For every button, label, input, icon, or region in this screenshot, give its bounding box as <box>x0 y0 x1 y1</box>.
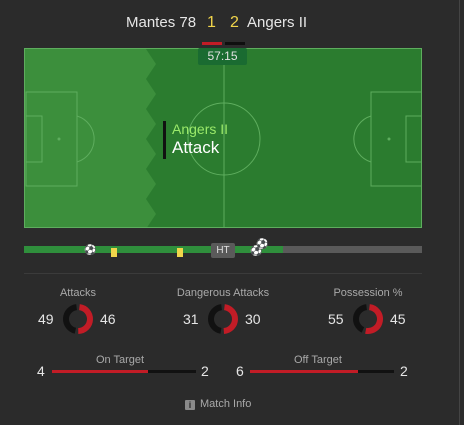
dangerous-attacks-home-value: 31 <box>183 311 199 327</box>
yellow-card-icon <box>177 248 183 257</box>
away-score: 2 <box>230 14 239 31</box>
dangerous-attacks-ratio-donut <box>208 304 238 334</box>
off-target-home-share <box>250 370 358 373</box>
off-target-bar <box>250 370 394 373</box>
away-share-arc <box>208 304 223 334</box>
match-info-link[interactable]: i Match Info <box>185 398 251 410</box>
yellow-card-icon <box>111 248 117 257</box>
away-share-arc <box>353 304 368 333</box>
goal-ball-icon: ⚽ <box>256 239 269 250</box>
away-kit-color <box>225 42 245 45</box>
event-type: Attack <box>172 138 220 157</box>
attacks-home-value: 49 <box>38 311 54 327</box>
possession-ratio-donut <box>353 304 383 334</box>
home-score: 1 <box>207 14 216 31</box>
attacks-away-value: 46 <box>100 311 116 327</box>
timeline-progress <box>24 246 283 253</box>
home-team-name: Mantes 78 <box>126 14 197 31</box>
away-share-arc <box>63 304 78 334</box>
home-share-arc <box>77 304 93 334</box>
possession-away-value: 45 <box>390 311 406 327</box>
off-target-label: Off Target <box>294 354 342 366</box>
on-target-label: On Target <box>96 354 145 366</box>
on-target-bar <box>52 370 196 373</box>
attacks-label: Attacks <box>59 287 97 299</box>
match-info-label: Match Info <box>200 398 252 410</box>
dangerous-attacks-away-value: 30 <box>245 311 261 327</box>
panel-divider <box>459 0 460 425</box>
event-team: Angers II <box>172 121 229 137</box>
possession-label: Possession % <box>333 287 403 299</box>
away-team-name: Angers II <box>247 14 308 31</box>
half-time-marker: HT <box>211 243 235 258</box>
dangerous-attacks-label: Dangerous Attacks <box>176 287 270 299</box>
section-divider <box>24 273 422 274</box>
off-target-home-value: 6 <box>236 363 244 379</box>
on-target-home-value: 4 <box>37 363 45 379</box>
goal-ball-icon: ⚽ <box>84 245 97 256</box>
scoreline: Mantes 78 1 2 Angers II <box>0 14 464 36</box>
info-icon: i <box>185 400 195 410</box>
off-target-away-value: 2 <box>400 363 408 379</box>
on-target-away-value: 2 <box>201 363 209 379</box>
on-target-home-share <box>52 370 148 373</box>
match-clock: 57:15 <box>198 48 247 65</box>
home-share-arc <box>223 304 238 334</box>
possession-home-value: 55 <box>328 311 344 327</box>
home-kit-color <box>202 42 222 45</box>
home-share-arc <box>365 304 383 334</box>
attacks-ratio-donut <box>63 304 93 334</box>
live-event-box: Angers II Attack <box>163 121 228 159</box>
